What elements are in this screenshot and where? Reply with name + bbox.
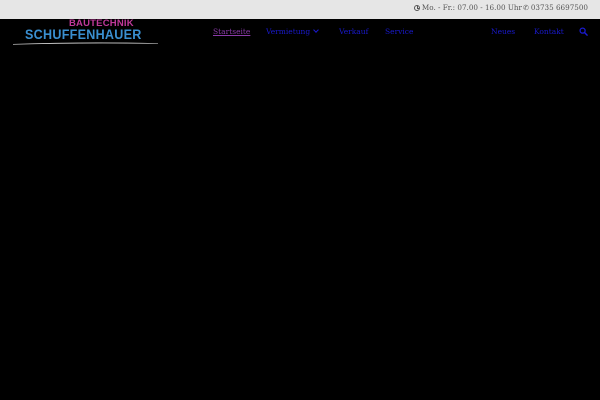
nav-verkauf[interactable]: Verkauf [339, 27, 368, 36]
top-info-bar: Mo. - Fr.: 07.00 - 16.00 Uhr ✆ 03735 669… [0, 0, 600, 19]
contact-info: Mo. - Fr.: 07.00 - 16.00 Uhr ✆ 03735 669… [413, 3, 588, 12]
nav-vermietung[interactable]: Vermietung [266, 27, 320, 36]
site-logo[interactable]: BAUTECHNIK SCHUFFENHAUER [13, 18, 158, 46]
phone-icon: ✆ [522, 3, 529, 12]
search-icon[interactable] [579, 27, 588, 36]
nav-startseite[interactable]: Startseite [213, 27, 250, 36]
logo-line-2: SCHUFFENHAUER [25, 27, 142, 42]
nav-service[interactable]: Service [385, 27, 413, 36]
nav-vermietung-label: Vermietung [266, 27, 311, 36]
opening-hours: Mo. - Fr.: 07.00 - 16.00 Uhr [421, 3, 522, 12]
clock-icon [413, 4, 420, 11]
chevron-down-icon [313, 27, 320, 33]
nav-neues[interactable]: Neues [491, 27, 515, 36]
phone-number[interactable]: 03735 6697500 [531, 3, 588, 12]
nav-kontakt[interactable]: Kontakt [534, 27, 564, 36]
logo-swoosh [13, 42, 158, 45]
